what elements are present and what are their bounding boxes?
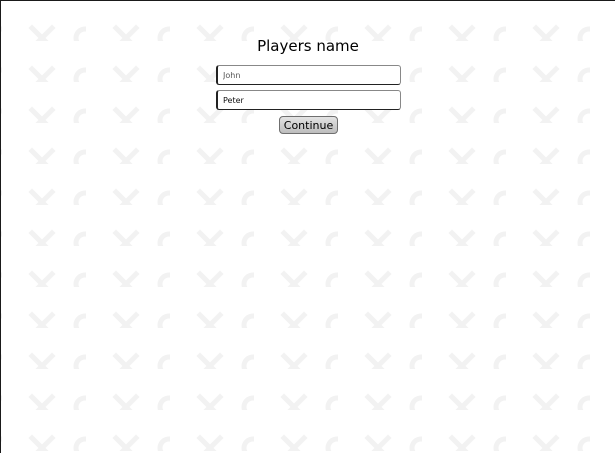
page-title: Players name [257,37,359,55]
continue-button[interactable]: Continue [279,116,338,134]
player2-name-input[interactable] [216,90,401,110]
player1-name-input[interactable] [216,65,401,85]
